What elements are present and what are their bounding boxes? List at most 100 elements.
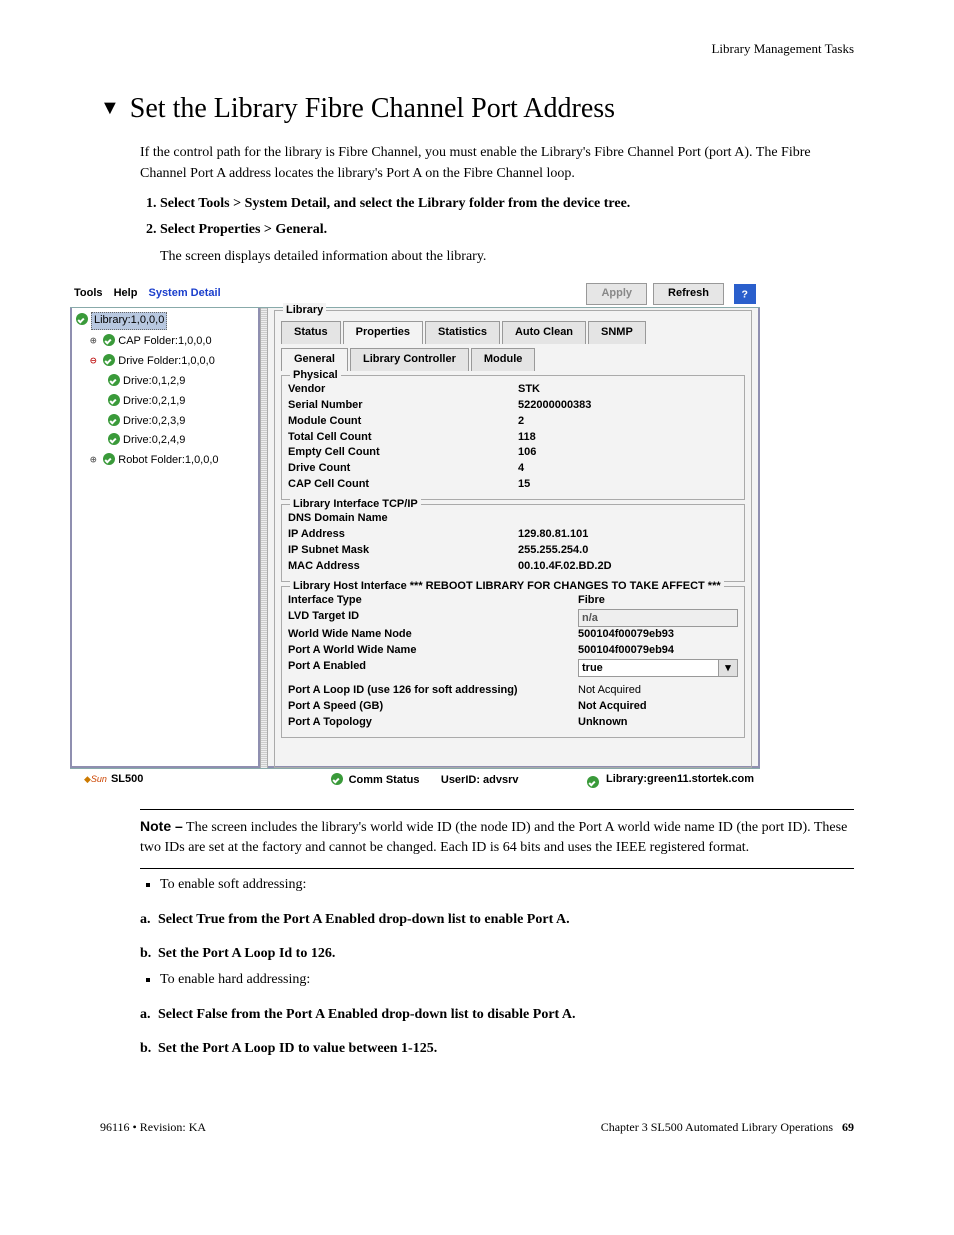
wwnn-value: 500104f00079eb93 bbox=[578, 627, 738, 643]
soft-step-b: b.Set the Port A Loop Id to 126. bbox=[140, 944, 854, 964]
down-triangle-icon: ▼ bbox=[100, 94, 120, 123]
lvd-field: n/a bbox=[578, 609, 738, 627]
interface-type-label: Interface Type bbox=[288, 593, 578, 609]
port-a-loop-label: Port A Loop ID (use 126 for soft address… bbox=[288, 683, 578, 699]
cap-cell-label: CAP Cell Count bbox=[288, 477, 518, 493]
tab-properties[interactable]: Properties bbox=[343, 321, 423, 344]
soft-addressing-intro: To enable soft addressing: bbox=[160, 875, 854, 895]
tabs-row-2: General Library Controller Module bbox=[281, 348, 745, 371]
tree-cap-folder[interactable]: ⊕ CAP Folder:1,0,0,0 bbox=[76, 331, 258, 351]
footer-left: 96116 • Revision: KA bbox=[100, 1119, 206, 1136]
step-2: Select Properties > General. The screen … bbox=[160, 220, 854, 267]
tcpip-group: Library Interface TCP/IP DNS Domain Name… bbox=[281, 504, 745, 582]
physical-legend: Physical bbox=[290, 368, 341, 384]
ok-icon bbox=[103, 354, 115, 366]
hard-step-a: a.Select False from the Port A Enabled d… bbox=[140, 1005, 854, 1025]
library-host: Library:green11.stortek.com bbox=[606, 772, 754, 788]
question-icon: ? bbox=[738, 287, 752, 301]
dns-label: DNS Domain Name bbox=[288, 511, 518, 527]
status-bar: ◆Sun SL500 Comm Status UserID: advsrv Li… bbox=[70, 768, 760, 791]
step-1: Select Tools > System Detail, and select… bbox=[160, 194, 854, 214]
ip-label: IP Address bbox=[288, 527, 518, 543]
note-text: The screen includes the library's world … bbox=[140, 820, 847, 855]
port-a-topology-label: Port A Topology bbox=[288, 715, 578, 731]
vendor-value: STK bbox=[518, 382, 738, 398]
comm-status: Comm Status bbox=[349, 774, 420, 786]
ok-icon bbox=[108, 414, 120, 426]
menu-tools[interactable]: Tools bbox=[74, 287, 103, 299]
port-a-speed-value: Not Acquired bbox=[578, 699, 738, 715]
ok-icon bbox=[108, 433, 120, 445]
wwnn-label: World Wide Name Node bbox=[288, 627, 578, 643]
library-group-label: Library bbox=[283, 303, 326, 319]
dns-value bbox=[518, 511, 738, 527]
lvd-label: LVD Target ID bbox=[288, 609, 578, 627]
empty-cell-label: Empty Cell Count bbox=[288, 445, 518, 461]
port-a-enabled-dropdown[interactable]: true▾ bbox=[578, 659, 738, 677]
tree-drive[interactable]: Drive:0,2,3,9 bbox=[76, 411, 258, 431]
intro-paragraph: If the control path for the library is F… bbox=[140, 143, 854, 184]
port-a-wwn-value: 500104f00079eb94 bbox=[578, 643, 738, 659]
menu-system-detail[interactable]: System Detail bbox=[148, 287, 220, 299]
sun-logo-icon: ◆Sun bbox=[84, 773, 107, 786]
step-2-desc: The screen displays detailed information… bbox=[160, 247, 854, 267]
ok-icon bbox=[103, 334, 115, 346]
tab-snmp[interactable]: SNMP bbox=[588, 321, 646, 344]
port-a-speed-label: Port A Speed (GB) bbox=[288, 699, 578, 715]
tab-statistics[interactable]: Statistics bbox=[425, 321, 500, 344]
tree-drive[interactable]: Drive:0,2,1,9 bbox=[76, 391, 258, 411]
ok-icon bbox=[103, 453, 115, 465]
serial-label: Serial Number bbox=[288, 398, 518, 414]
total-cell-label: Total Cell Count bbox=[288, 430, 518, 446]
mac-value: 00.10.4F.02.BD.2D bbox=[518, 559, 738, 575]
help-button[interactable]: ? bbox=[734, 284, 756, 304]
note-block: Note – The screen includes the library's… bbox=[140, 816, 854, 859]
page-header: Library Management Tasks bbox=[100, 40, 854, 59]
chevron-down-icon: ▾ bbox=[718, 660, 737, 676]
tab-autoclean[interactable]: Auto Clean bbox=[502, 321, 586, 344]
tree-drive-folder[interactable]: ⊖ Drive Folder:1,0,0,0 bbox=[76, 351, 258, 371]
physical-group: Physical VendorSTK Serial Number52200000… bbox=[281, 375, 745, 501]
page-number: 69 bbox=[842, 1120, 854, 1134]
port-a-topology-value: Unknown bbox=[578, 715, 738, 731]
hard-step-b: b.Set the Port A Loop ID to value betwee… bbox=[140, 1039, 854, 1059]
ok-icon bbox=[108, 394, 120, 406]
port-a-loop-value: Not Acquired bbox=[578, 683, 738, 699]
device-tree[interactable]: Library:1,0,0,0 ⊕ CAP Folder:1,0,0,0 ⊖ D… bbox=[70, 308, 260, 768]
hard-addressing-intro: To enable hard addressing: bbox=[160, 970, 854, 990]
port-a-enabled-label: Port A Enabled bbox=[288, 659, 578, 677]
mac-label: MAC Address bbox=[288, 559, 518, 575]
tree-drive[interactable]: Drive:0,2,4,9 bbox=[76, 430, 258, 450]
apply-button[interactable]: Apply bbox=[586, 283, 647, 305]
tab-status[interactable]: Status bbox=[281, 321, 341, 344]
tree-library[interactable]: Library:1,0,0,0 bbox=[76, 310, 258, 331]
splitter[interactable] bbox=[260, 308, 268, 768]
ok-icon bbox=[76, 313, 88, 325]
tree-robot-folder[interactable]: ⊕ Robot Folder:1,0,0,0 bbox=[76, 450, 258, 470]
ok-icon bbox=[331, 773, 343, 785]
soft-step-a: a.Select True from the Port A Enabled dr… bbox=[140, 910, 854, 930]
host-legend: Library Host Interface *** REBOOT LIBRAR… bbox=[290, 579, 724, 595]
mask-value: 255.255.254.0 bbox=[518, 543, 738, 559]
user-id: UserID: advsrv bbox=[441, 774, 519, 786]
serial-value: 522000000383 bbox=[518, 398, 738, 414]
ok-icon bbox=[108, 374, 120, 386]
drive-count-label: Drive Count bbox=[288, 461, 518, 477]
product-label: SL500 bbox=[111, 772, 143, 788]
vendor-label: Vendor bbox=[288, 382, 518, 398]
module-count-label: Module Count bbox=[288, 414, 518, 430]
refresh-button[interactable]: Refresh bbox=[653, 283, 724, 305]
footer-right: Chapter 3 SL500 Automated Library Operat… bbox=[601, 1119, 854, 1136]
tab-library-controller[interactable]: Library Controller bbox=[350, 348, 469, 371]
section-title: ▼Set the Library Fibre Channel Port Addr… bbox=[100, 89, 854, 130]
interface-type-value: Fibre bbox=[578, 593, 738, 609]
cap-cell-value: 15 bbox=[518, 477, 738, 493]
tree-drive[interactable]: Drive:0,1,2,9 bbox=[76, 371, 258, 391]
tabs-row-1: Status Properties Statistics Auto Clean … bbox=[281, 321, 745, 344]
note-label: Note – bbox=[140, 818, 183, 834]
mask-label: IP Subnet Mask bbox=[288, 543, 518, 559]
menu-help[interactable]: Help bbox=[114, 287, 138, 299]
tab-module[interactable]: Module bbox=[471, 348, 536, 371]
host-interface-group: Library Host Interface *** REBOOT LIBRAR… bbox=[281, 586, 745, 738]
total-cell-value: 118 bbox=[518, 430, 738, 446]
